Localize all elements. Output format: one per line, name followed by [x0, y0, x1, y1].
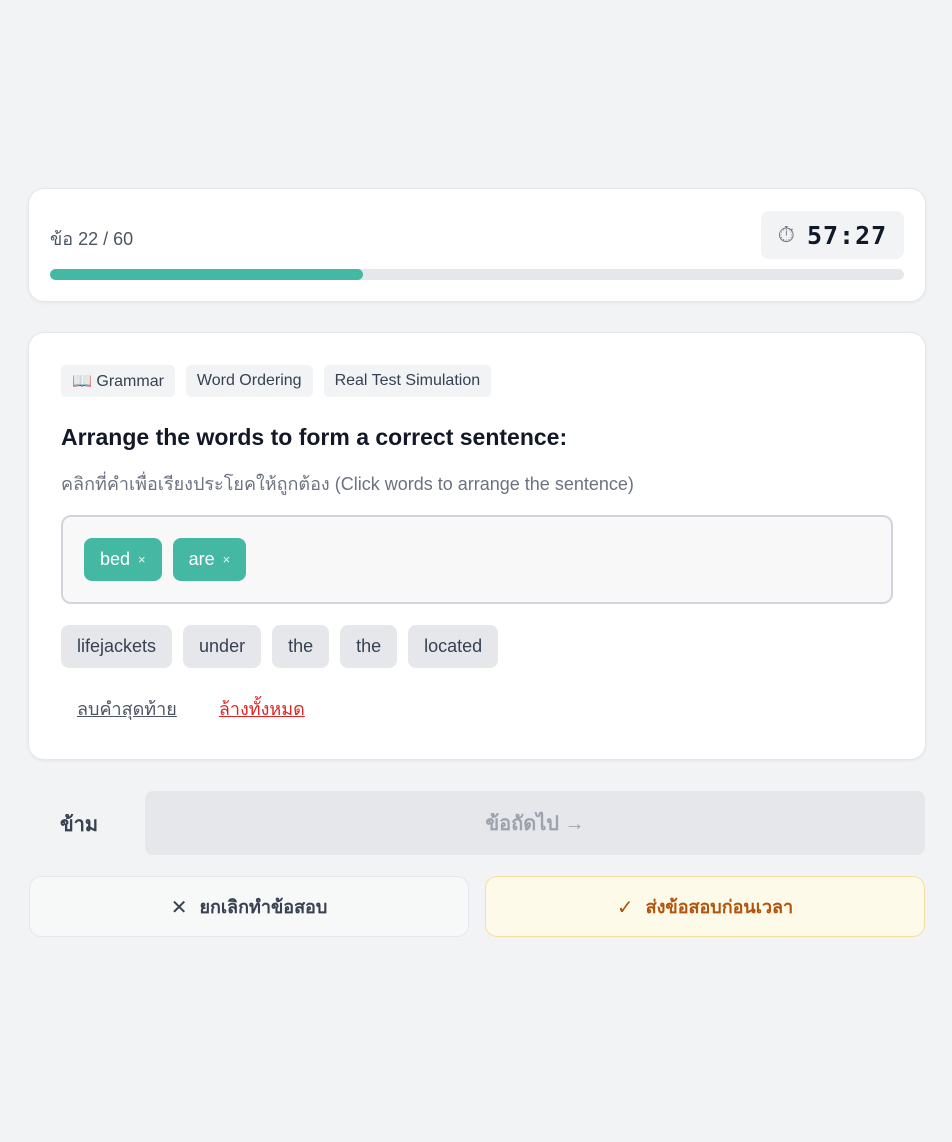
remove-icon: ×	[222, 552, 231, 567]
selected-word-chip[interactable]: are ×	[172, 538, 247, 581]
tag-list: 📖 Grammar Word Ordering Real Test Simula…	[61, 365, 492, 397]
progress-card: ข้อ 22 / 60 ⏱ 57:27	[28, 188, 926, 302]
progress-fill	[50, 269, 364, 280]
question-card: 📖 Grammar Word Ordering Real Test Simula…	[28, 332, 926, 760]
next-question-button[interactable]: ข้อถัดไป →	[145, 791, 925, 855]
selected-word-label: are	[188, 549, 215, 569]
progress-bar	[50, 269, 904, 280]
word-chip[interactable]: the	[272, 625, 330, 668]
submit-early-label: ส่งข้อสอบก่อนเวลา	[645, 897, 794, 917]
word-bank: lifejackets under the the located	[61, 625, 499, 668]
remove-icon: ×	[138, 552, 146, 567]
tag-real-test: Real Test Simulation	[323, 365, 492, 397]
question-title: Arrange the words to form a correct sent…	[61, 424, 568, 450]
question-counter: ข้อ 22 / 60	[50, 229, 134, 249]
answer-area: bed × are ×	[61, 515, 893, 604]
cancel-exam-button[interactable]: ✕ ยกเลิกทำข้อสอบ	[29, 876, 469, 937]
timer-text: 57:27	[806, 220, 888, 250]
tag-word-ordering: Word Ordering	[185, 365, 313, 397]
stopwatch-icon: ⏱	[777, 222, 795, 248]
close-icon: ✕	[170, 894, 188, 919]
check-icon: ✓	[616, 894, 634, 919]
word-chip[interactable]: under	[183, 625, 262, 668]
tag-grammar: 📖 Grammar	[61, 365, 175, 397]
timer: ⏱ 57:27	[761, 211, 904, 259]
selected-word-chip[interactable]: bed ×	[84, 538, 162, 581]
question-instructions: คลิกที่คำเพื่อเรียงประโยคให้ถูกต้อง (Cli…	[61, 474, 634, 494]
undo-last-word-button[interactable]: ลบคำสุดท้าย	[77, 694, 177, 723]
skip-button[interactable]: ข้าม	[60, 808, 98, 840]
word-chip[interactable]: located	[408, 625, 499, 668]
selected-word-label: bed	[100, 549, 131, 569]
word-chip[interactable]: lifejackets	[61, 625, 173, 668]
submit-early-button[interactable]: ✓ ส่งข้อสอบก่อนเวลา	[485, 876, 925, 937]
word-chip[interactable]: the	[340, 625, 398, 668]
answer-actions: ลบคำสุดท้าย ล้างทั้งหมด	[77, 694, 305, 723]
cancel-exam-label: ยกเลิกทำข้อสอบ	[199, 897, 328, 917]
clear-all-button[interactable]: ล้างทั้งหมด	[219, 694, 305, 723]
